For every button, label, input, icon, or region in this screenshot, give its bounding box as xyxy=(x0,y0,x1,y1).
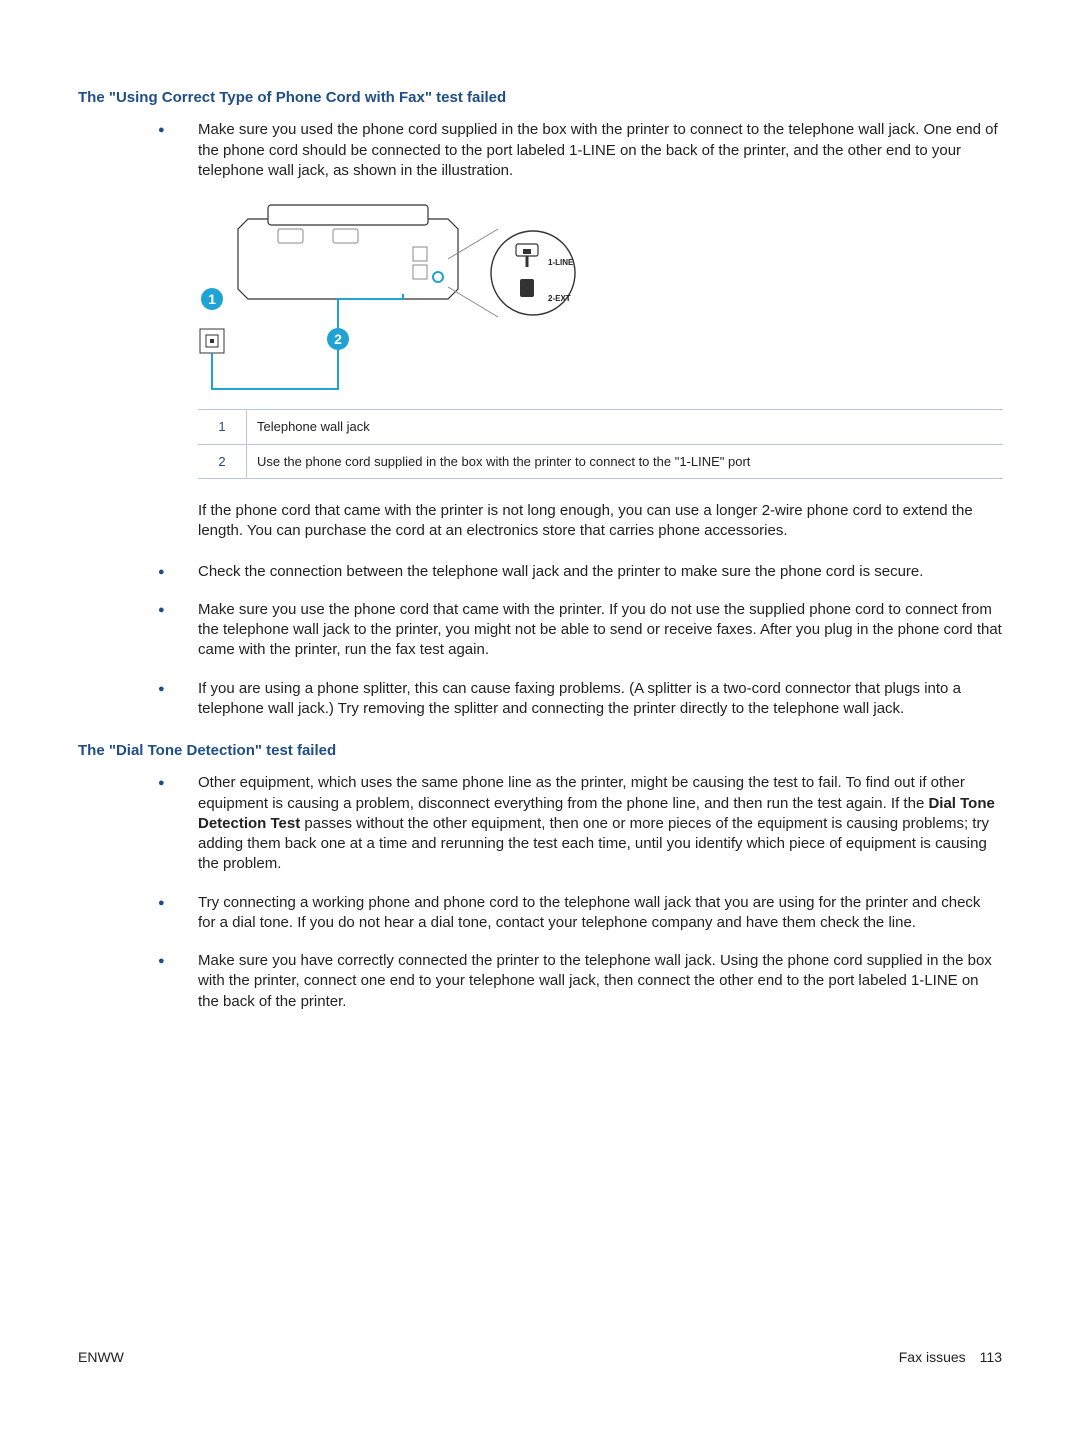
document-page: The "Using Correct Type of Phone Cord wi… xyxy=(0,0,1080,1437)
footer-right: Fax issues 113 xyxy=(899,1348,1002,1367)
bullet-text-pre: Other equipment, which uses the same pho… xyxy=(198,774,965,811)
section2-list: Other equipment, which uses the same pho… xyxy=(158,773,1002,1012)
footer-left: ENWW xyxy=(78,1348,124,1367)
callout-2-label: 2 xyxy=(334,331,342,347)
legend-row: 1 Telephone wall jack xyxy=(198,410,1003,445)
list-item: Other equipment, which uses the same pho… xyxy=(158,773,1002,874)
list-item: Make sure you used the phone cord suppli… xyxy=(158,120,1002,181)
section2-heading: The "Dial Tone Detection" test failed xyxy=(78,741,1002,761)
list-item: Check the connection between the telepho… xyxy=(158,562,1002,582)
legend-num: 1 xyxy=(198,410,247,445)
bullet-text-pre: Try connecting a working phone and phone… xyxy=(198,894,980,931)
callout-1-label: 1 xyxy=(208,291,216,307)
port-label-ext: 2-EXT xyxy=(548,294,571,303)
section1-post-para: If the phone cord that came with the pri… xyxy=(198,501,1002,542)
list-item: If you are using a phone splitter, this … xyxy=(158,679,1002,720)
legend-text: Use the phone cord supplied in the box w… xyxy=(247,444,1004,479)
page-footer: ENWW Fax issues 113 xyxy=(78,1348,1002,1367)
section1-list-b: Check the connection between the telepho… xyxy=(158,562,1002,720)
bullet-text-post: passes without the other equipment, then… xyxy=(198,815,989,873)
list-item: Make sure you have correctly connected t… xyxy=(158,951,1002,1012)
footer-page-number: 113 xyxy=(980,1348,1002,1367)
section1-heading: The "Using Correct Type of Phone Cord wi… xyxy=(78,88,1002,108)
legend-row: 2 Use the phone cord supplied in the box… xyxy=(198,444,1003,479)
bullet-text-pre: Make sure you have correctly connected t… xyxy=(198,952,992,1010)
section1-list-a: Make sure you used the phone cord suppli… xyxy=(158,120,1002,181)
legend-num: 2 xyxy=(198,444,247,479)
illustration-legend: 1 Telephone wall jack 2 Use the phone co… xyxy=(198,409,1003,479)
footer-section: Fax issues xyxy=(899,1348,966,1367)
list-item: Make sure you use the phone cord that ca… xyxy=(158,600,1002,661)
port-label-line: 1-LINE xyxy=(548,258,574,267)
illustration-wrap: 1 1-LINE xyxy=(198,199,1002,399)
legend-text: Telephone wall jack xyxy=(247,410,1004,445)
printer-illustration: 1 1-LINE xyxy=(198,199,598,399)
list-item: Try connecting a working phone and phone… xyxy=(158,893,1002,934)
